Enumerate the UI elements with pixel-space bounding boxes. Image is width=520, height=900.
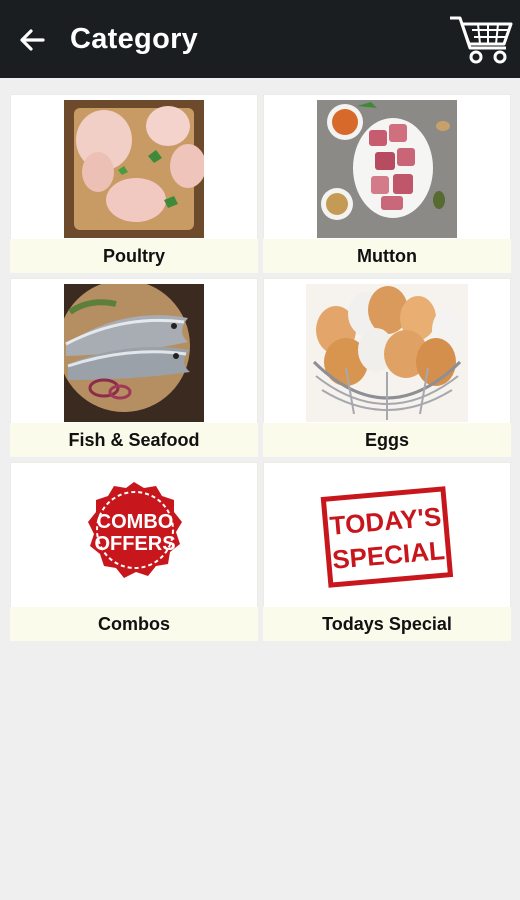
category-label: Fish & Seafood xyxy=(10,423,258,457)
poultry-image xyxy=(64,100,204,238)
category-card-poultry[interactable]: Poultry xyxy=(10,94,258,273)
mutton-image xyxy=(317,100,457,238)
page-title: Category xyxy=(70,23,199,55)
category-card-eggs[interactable]: Eggs xyxy=(263,278,511,457)
category-label: Eggs xyxy=(263,423,511,457)
category-label: Poultry xyxy=(10,239,258,273)
eggs-image xyxy=(306,284,468,422)
category-card-combos[interactable]: COMBO OFFERS Combos xyxy=(10,462,258,641)
shopping-cart-icon xyxy=(450,16,513,64)
cart-button[interactable] xyxy=(448,12,514,66)
category-card-mutton[interactable]: Mutton xyxy=(263,94,511,273)
combo-offers-badge-image: COMBO OFFERS xyxy=(64,468,204,606)
fish-seafood-image xyxy=(64,284,204,422)
back-button[interactable] xyxy=(12,20,52,60)
combo-badge-text-2: OFFERS xyxy=(94,533,175,555)
category-card-fish-seafood[interactable]: Fish & Seafood xyxy=(10,278,258,457)
category-label: Mutton xyxy=(263,239,511,273)
todays-special-stamp-image: TODAY'S SPECIAL xyxy=(317,468,457,606)
category-grid: Poultry Mutton Fish & Seafood Eggs COMBO… xyxy=(10,94,511,641)
app-bar: Category xyxy=(0,0,520,78)
arrow-left-icon xyxy=(20,29,45,51)
category-label: Combos xyxy=(10,607,258,641)
category-card-todays-special[interactable]: TODAY'S SPECIAL Todays Special xyxy=(263,462,511,641)
category-label: Todays Special xyxy=(263,607,511,641)
combo-badge-text-1: COMBO xyxy=(97,511,174,533)
